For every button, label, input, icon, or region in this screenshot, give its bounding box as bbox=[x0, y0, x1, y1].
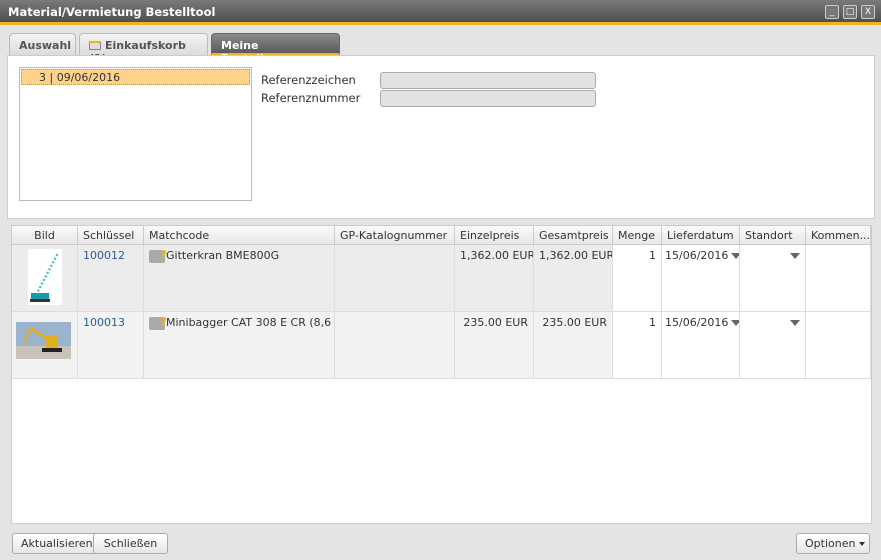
dropdown-arrow-icon[interactable] bbox=[790, 320, 800, 326]
maximize-button[interactable]: □ bbox=[843, 5, 857, 19]
item-key[interactable]: 100013 bbox=[78, 312, 144, 379]
unknown-item-icon: ? bbox=[149, 315, 167, 330]
close-window-button[interactable]: X bbox=[861, 5, 875, 19]
basket-icon bbox=[89, 41, 101, 50]
title-accent bbox=[0, 22, 881, 25]
col-lieferdatum[interactable]: Lieferdatum bbox=[662, 226, 740, 245]
tab-auswahl[interactable]: Auswahl bbox=[9, 33, 76, 55]
col-kommentar[interactable]: Kommen... bbox=[806, 226, 871, 245]
crane-image bbox=[28, 249, 62, 305]
item-matchcode: ? Gitterkran BME800G bbox=[144, 245, 335, 312]
item-total-price: 1,362.00 EUR bbox=[534, 245, 613, 312]
excavator-image bbox=[16, 322, 71, 359]
referenznummer-label: Referenznummer bbox=[261, 91, 361, 105]
col-gesamtpreis[interactable]: Gesamtpreis bbox=[534, 226, 613, 245]
window-title: Material/Vermietung Bestelltool bbox=[0, 0, 881, 22]
item-catalog bbox=[335, 245, 455, 312]
matchcode-text: Gitterkran BME800G bbox=[166, 249, 280, 262]
referenzzeichen-label: Referenzzeichen bbox=[261, 73, 356, 87]
order-list[interactable]: 3 | 09/06/2016 bbox=[19, 67, 252, 201]
unknown-item-icon: ? bbox=[149, 248, 167, 263]
item-comment[interactable] bbox=[806, 245, 871, 312]
col-bild[interactable]: Bild bbox=[12, 226, 78, 245]
date-text: 15/06/2016 bbox=[665, 316, 729, 329]
matchcode-text: Minibagger CAT 308 E CR (8,6 t) bbox=[166, 316, 335, 329]
close-button[interactable]: Schließen bbox=[93, 533, 168, 554]
col-menge[interactable]: Menge bbox=[613, 226, 662, 245]
table-row-image bbox=[12, 312, 78, 379]
order-list-item[interactable]: 3 | 09/06/2016 bbox=[21, 69, 250, 85]
refresh-button[interactable]: Aktualisieren bbox=[12, 533, 102, 554]
item-catalog bbox=[335, 312, 455, 379]
item-date[interactable]: 15/06/2016 bbox=[662, 245, 740, 312]
chevron-down-icon bbox=[859, 542, 865, 546]
dropdown-arrow-icon[interactable] bbox=[731, 253, 739, 259]
order-items-table: Bild Schlüssel Matchcode GP-Katalognumme… bbox=[11, 225, 872, 524]
col-standort[interactable]: Standort bbox=[740, 226, 806, 245]
item-date[interactable]: 15/06/2016 bbox=[662, 312, 740, 379]
item-unit-price: 1,362.00 EUR bbox=[455, 245, 534, 312]
col-einzelpreis[interactable]: Einzelpreis bbox=[455, 226, 534, 245]
item-qty[interactable]: 1 bbox=[613, 312, 662, 379]
referenznummer-field[interactable] bbox=[380, 90, 596, 107]
tab-einkaufskorb[interactable]: Einkaufskorb (1) bbox=[79, 33, 208, 65]
date-text: 15/06/2016 bbox=[665, 249, 729, 262]
options-label: Optionen bbox=[805, 537, 856, 550]
item-key[interactable]: 100012 bbox=[78, 245, 144, 312]
table-row-image bbox=[12, 245, 78, 312]
item-qty[interactable]: 1 bbox=[613, 245, 662, 312]
col-schluessel[interactable]: Schlüssel bbox=[78, 226, 144, 245]
item-total-price: 235.00 EUR bbox=[534, 312, 613, 379]
dropdown-arrow-icon[interactable] bbox=[731, 320, 739, 326]
item-comment[interactable] bbox=[806, 312, 871, 379]
tab-meine-bestellungen[interactable]: Meine Bestellungen bbox=[211, 33, 340, 65]
col-katalognummer[interactable]: GP-Katalognummer bbox=[335, 226, 455, 245]
item-matchcode: ? Minibagger CAT 308 E CR (8,6 t) bbox=[144, 312, 335, 379]
dropdown-arrow-icon[interactable] bbox=[790, 253, 800, 259]
item-location[interactable] bbox=[740, 312, 806, 379]
options-button[interactable]: Optionen bbox=[796, 533, 870, 554]
col-matchcode[interactable]: Matchcode bbox=[144, 226, 335, 245]
minimize-button[interactable]: _ bbox=[825, 5, 839, 19]
referenzzeichen-field[interactable] bbox=[380, 72, 596, 89]
item-unit-price: 235.00 EUR bbox=[455, 312, 534, 379]
item-location[interactable] bbox=[740, 245, 806, 312]
